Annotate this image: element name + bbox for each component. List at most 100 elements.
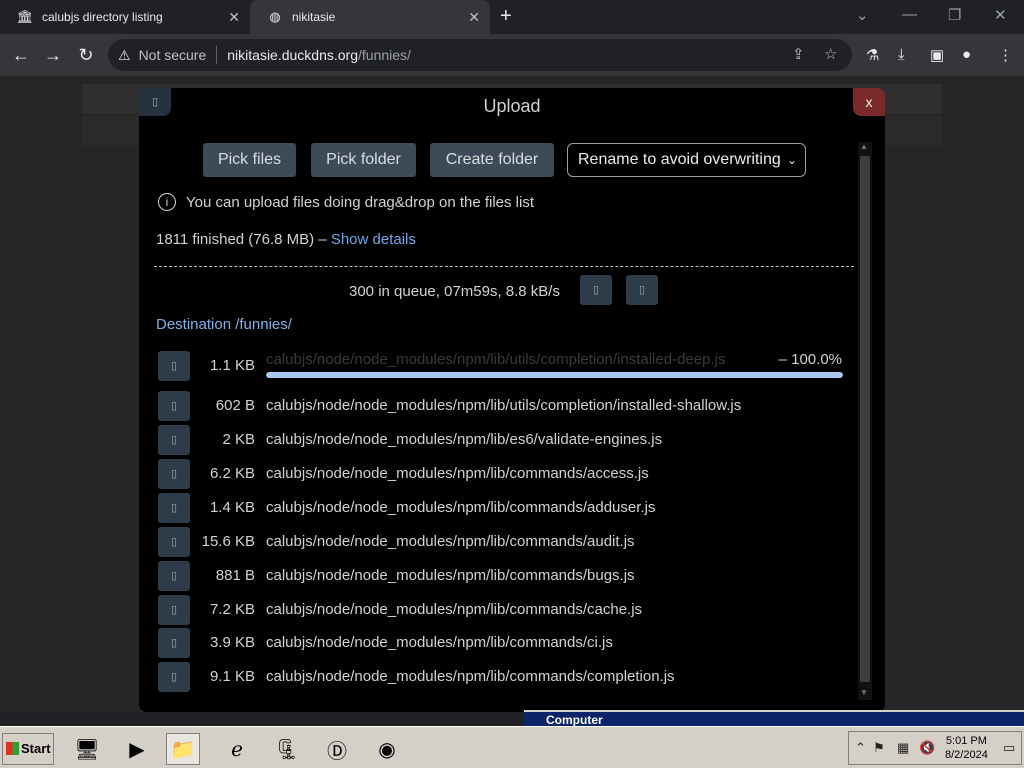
windows-logo-icon xyxy=(6,742,19,755)
close-dialog-button[interactable]: x xyxy=(853,88,885,116)
progress-fill xyxy=(266,372,843,378)
internet-explorer-icon[interactable]: ℯ xyxy=(220,733,254,765)
show-details-link[interactable]: Show details xyxy=(331,231,416,248)
file-size: 602 B xyxy=(215,397,255,414)
show-desktop-icon[interactable]: ▭ xyxy=(1003,740,1015,756)
pause-queue-button[interactable]: ▯ xyxy=(580,275,612,305)
upload-file-row: ▯ 6.2 KB calubjs/node/node_modules/npm/lib… xyxy=(158,459,848,489)
start-button[interactable]: Start xyxy=(2,733,54,765)
labs-icon[interactable]: ⚗ xyxy=(866,46,879,64)
info-icon: i xyxy=(158,193,176,211)
file-path: calubjs/node/node_modules/npm/lib/utils/… xyxy=(266,397,742,414)
menu-icon[interactable]: ⋮ xyxy=(998,46,1013,64)
close-tab-icon[interactable]: ✕ xyxy=(468,9,480,26)
bank-icon: 🏛︎ xyxy=(16,9,34,24)
file-path: calubjs/node/node_modules/npm/lib/utils/… xyxy=(266,351,726,368)
explorer-icon[interactable]: 📁 xyxy=(166,733,200,765)
archive-icon[interactable]: 🗜 xyxy=(270,733,304,765)
file-path: calubjs/node/node_modules/npm/lib/comman… xyxy=(266,533,635,550)
file-path: calubjs/node/node_modules/npm/lib/comman… xyxy=(266,634,613,651)
create-folder-button[interactable]: Create folder xyxy=(430,143,554,177)
progress-bar xyxy=(266,372,843,378)
remove-file-button[interactable]: ▯ xyxy=(158,425,190,455)
file-size: 9.1 KB xyxy=(209,668,255,685)
tab-directory-listing[interactable]: 🏛︎ calubjs directory listing ✕ xyxy=(0,0,250,34)
upload-file-row: ▯ 3.9 KB calubjs/node/node_modules/npm/lib… xyxy=(158,628,848,658)
network-icon[interactable]: ▦ xyxy=(897,740,909,756)
file-size: 2 KB xyxy=(222,431,255,448)
clock[interactable]: 5:01 PM 8/2/2024 xyxy=(945,734,988,762)
show-hidden-icons-icon[interactable]: ⌃ xyxy=(855,740,866,756)
upload-file-row: ▯ 15.6 KB calubjs/node/node_modules/npm/li… xyxy=(158,527,848,557)
side-panel-icon[interactable]: ▣ xyxy=(930,46,944,64)
remove-file-button[interactable]: ▯ xyxy=(158,391,190,421)
upload-file-row: ▯ 9.1 KB calubjs/node/node_modules/npm/lib… xyxy=(158,662,848,692)
conflict-mode-select[interactable]: Rename to avoid overwriting ⌄ xyxy=(567,143,806,177)
scrollbar[interactable]: ▲ ▼ xyxy=(858,142,872,700)
queue-status: 300 in queue, 07m59s, 8.8 kB/s xyxy=(349,283,560,300)
dialog-title: Upload xyxy=(483,96,541,116)
tab-nikitasie[interactable]: ◍ nikitasie ✕ xyxy=(250,0,490,34)
browser-toolbar: ← → ↻ ⚠ Not secure nikitasie.duckdns.org… xyxy=(0,34,1024,76)
address-bar[interactable]: ⚠ Not secure nikitasie.duckdns.org /funn… xyxy=(108,39,852,71)
restore-button[interactable]: ❐ xyxy=(948,6,961,24)
remove-file-button[interactable]: ▯ xyxy=(158,595,190,625)
file-size: 1.4 KB xyxy=(209,499,255,516)
pick-files-button[interactable]: Pick files xyxy=(203,143,296,177)
destination-label: Destination /funnies/ xyxy=(156,316,292,333)
app-d-icon[interactable]: Ⓓ xyxy=(320,733,354,765)
dragdrop-hint: i You can upload files doing drag&drop o… xyxy=(158,193,534,211)
file-size: 1.1 KB xyxy=(209,357,255,374)
cancel-queue-button[interactable]: ▯ xyxy=(626,275,658,305)
reload-button[interactable]: ↻ xyxy=(73,42,99,68)
url-path: /funnies/ xyxy=(358,47,411,63)
back-button[interactable]: ← xyxy=(8,42,34,68)
file-path: calubjs/node/node_modules/npm/lib/comman… xyxy=(266,567,635,584)
tab-title: nikitasie xyxy=(292,10,336,24)
share-icon[interactable]: ⇪ xyxy=(792,45,805,63)
file-size: 881 B xyxy=(215,567,255,584)
volume-muted-icon[interactable]: 🔇 xyxy=(919,740,935,756)
close-tab-icon[interactable]: ✕ xyxy=(228,9,240,26)
remove-file-button[interactable]: ▯ xyxy=(158,459,190,489)
remove-file-button[interactable]: ▯ xyxy=(158,628,190,658)
download-icon[interactable]: ⤓ xyxy=(898,46,905,63)
remove-file-button[interactable]: ▯ xyxy=(158,662,190,692)
time: 5:01 PM xyxy=(945,735,987,747)
chrome-icon[interactable]: ◉ xyxy=(370,733,404,765)
file-size: 15.6 KB xyxy=(201,533,255,550)
tab-search-icon[interactable]: ⌄ xyxy=(856,6,869,24)
hint-text: You can upload files doing drag&drop on … xyxy=(186,193,535,211)
remove-file-button[interactable]: ▯ xyxy=(158,561,190,591)
warning-icon[interactable]: ⚠ xyxy=(118,47,131,64)
remove-file-button[interactable]: ▯ xyxy=(158,351,190,381)
close-window-button[interactable]: ✕ xyxy=(994,6,1007,24)
remove-file-button[interactable]: ▯ xyxy=(158,527,190,557)
powershell-icon[interactable]: ▶ xyxy=(120,733,154,765)
server-manager-icon[interactable]: 🖥 xyxy=(70,733,104,765)
scrollbar-thumb[interactable] xyxy=(860,156,870,682)
pick-folder-button[interactable]: Pick folder xyxy=(311,143,416,177)
divider xyxy=(216,46,218,64)
tab-title: calubjs directory listing xyxy=(42,10,163,24)
profile-icon[interactable]: ● xyxy=(962,46,971,63)
forward-button[interactable]: → xyxy=(40,42,66,68)
window-title: Computer xyxy=(546,713,603,727)
taskbar: Start 🖥 ▶ 📁 ℯ 🗜 Ⓓ ◉ ⌃ ⚑ ▦ 🔇 5:01 PM 8/2/… xyxy=(0,726,1024,768)
start-label: Start xyxy=(21,741,51,756)
globe-icon: ◍ xyxy=(269,9,281,24)
minimize-button[interactable]: — xyxy=(902,6,917,23)
file-size: 7.2 KB xyxy=(209,601,255,618)
date: 8/2/2024 xyxy=(945,749,988,761)
new-tab-button[interactable]: + xyxy=(500,5,512,28)
file-path: calubjs/node/node_modules/npm/lib/comman… xyxy=(266,668,675,685)
security-label[interactable]: Not secure xyxy=(139,47,207,63)
star-icon[interactable]: ☆ xyxy=(824,45,837,63)
progress-percent: – 100.0% xyxy=(778,351,842,368)
scroll-down-icon[interactable]: ▼ xyxy=(860,688,868,697)
remove-file-button[interactable]: ▯ xyxy=(158,493,190,523)
url-host: nikitasie.duckdns.org xyxy=(227,47,359,63)
upload-file-row: ▯ 2 KB calubjs/node/node_modules/npm/lib/e… xyxy=(158,425,848,455)
scroll-up-icon[interactable]: ▲ xyxy=(860,142,868,151)
flag-icon[interactable]: ⚑ xyxy=(873,740,885,756)
